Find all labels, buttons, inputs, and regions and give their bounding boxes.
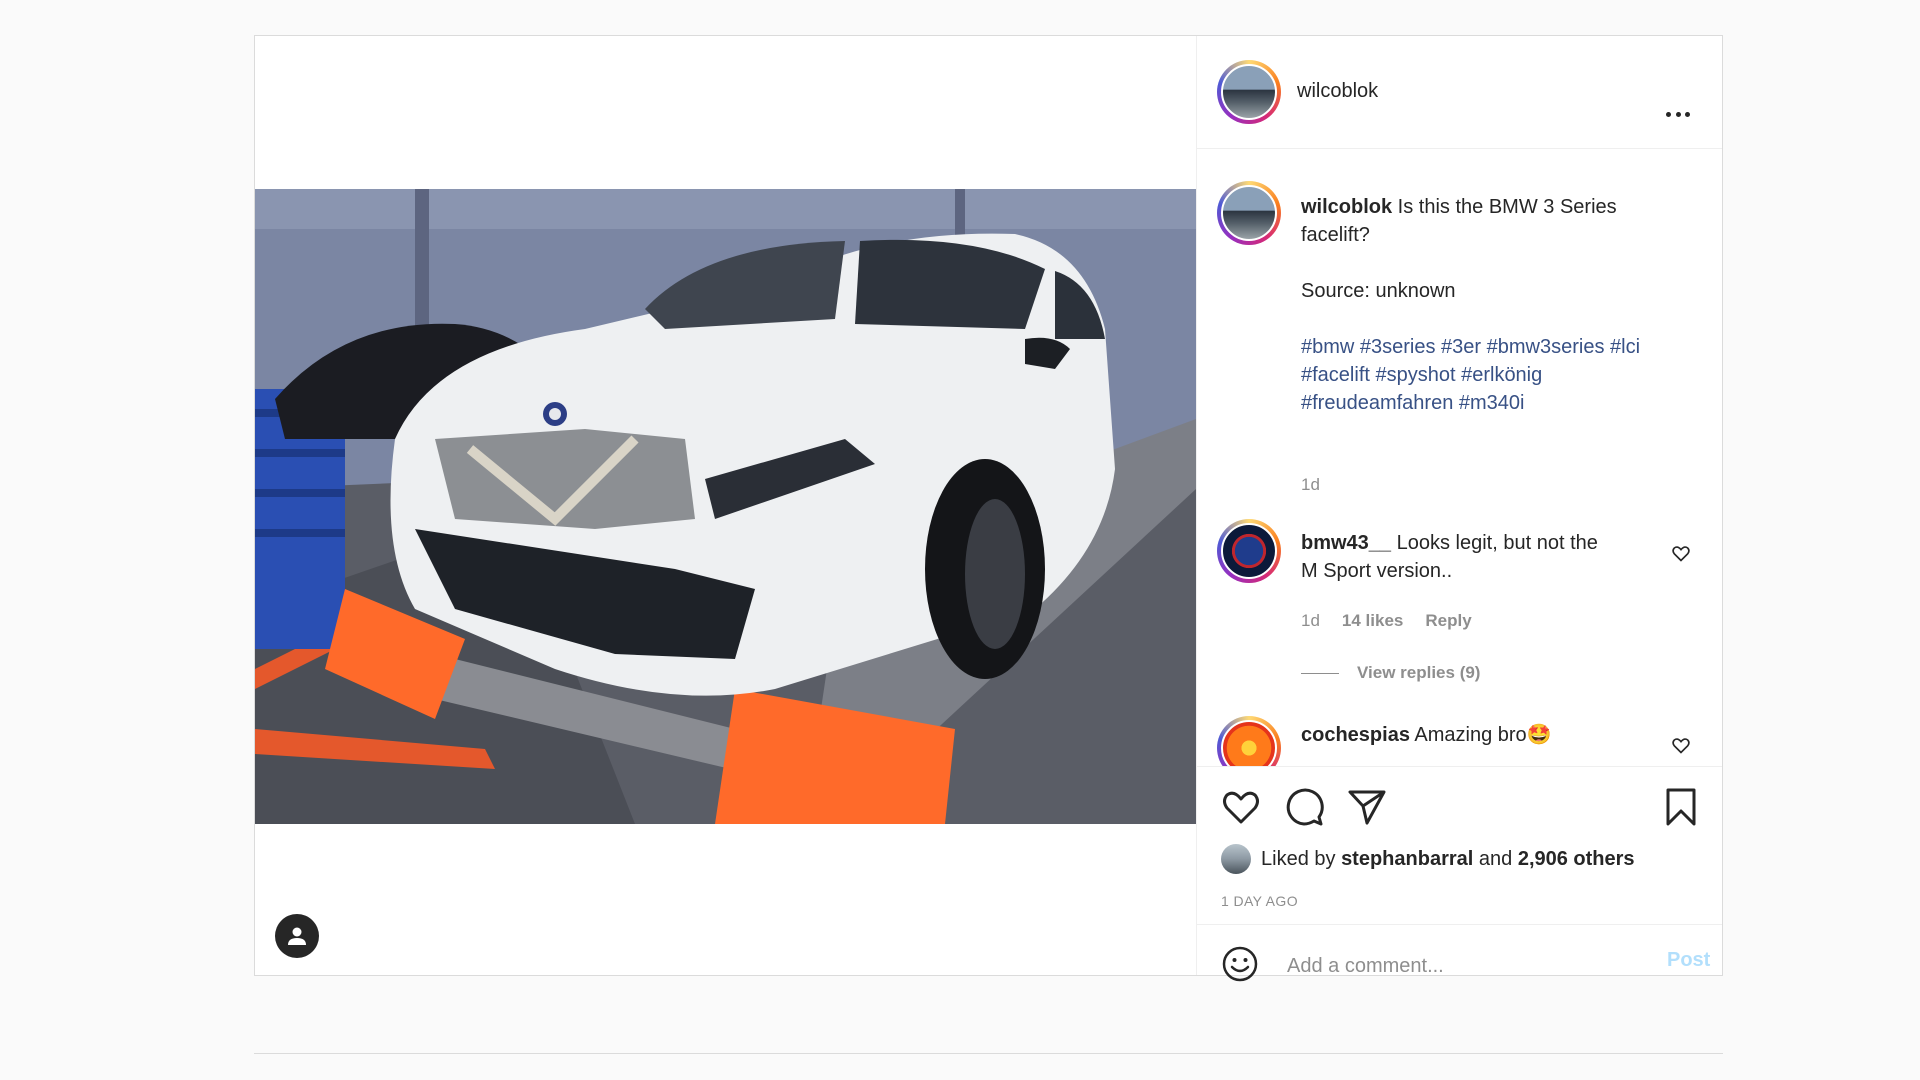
comment-meta: 1d 14 likes Reply [1301, 611, 1472, 631]
hashtags-line3[interactable]: #freudeamfahren #m340i [1301, 392, 1524, 414]
comment-likes[interactable]: 14 likes [1342, 611, 1403, 631]
hashtags-line1[interactable]: #bmw #3series #3er #bmw3series #lci [1301, 336, 1640, 358]
comment-line1: Looks legit, but not the [1391, 532, 1598, 554]
car-photo-illustration [255, 189, 1196, 824]
caption-source: Source: unknown [1301, 280, 1456, 302]
replies-divider [1301, 673, 1339, 674]
comment-text: cochespias Amazing bro🤩 [1301, 721, 1681, 749]
like-comment-heart-icon[interactable] [1671, 543, 1691, 563]
author-username[interactable]: wilcoblok [1297, 80, 1378, 103]
like-heart-icon[interactable] [1221, 787, 1261, 827]
liked-by-others[interactable]: 2,906 others [1518, 848, 1635, 870]
hashtags-line2[interactable]: #facelift #spyshot #erlkönig [1301, 364, 1542, 386]
liked-by-user[interactable]: stephanbarral [1341, 848, 1473, 870]
comment-bubble-icon[interactable] [1284, 787, 1324, 827]
media-panel [255, 36, 1196, 975]
liker-avatar[interactable] [1221, 844, 1251, 874]
comment-time[interactable]: 1d [1301, 611, 1320, 631]
post-comment-button[interactable]: Post [1667, 949, 1710, 972]
post-photo[interactable] [255, 189, 1196, 824]
comment-text: bmw43__ Looks legit, but not the M Sport… [1301, 529, 1681, 585]
liked-by-joiner: and [1478, 847, 1513, 870]
caption-line2: facelift? [1301, 224, 1370, 246]
comment-line1: Amazing bro🤩 [1409, 724, 1552, 746]
likes-summary: Liked by stephanbarral and 2,906 others [1221, 844, 1635, 874]
post-timestamp[interactable]: 1 DAY AGO [1221, 893, 1298, 909]
post-sidebar: wilcoblok wilcoblok Is this the BMW 3 Se… [1196, 36, 1722, 983]
actions-bar: Liked by stephanbarral and 2,906 others … [1197, 766, 1722, 926]
caption-author[interactable]: wilcoblok [1301, 196, 1392, 218]
comment-author[interactable]: bmw43__ [1301, 532, 1391, 554]
instagram-post: wilcoblok wilcoblok Is this the BMW 3 Se… [254, 35, 1723, 983]
page-divider [254, 1053, 1723, 1054]
share-paper-plane-icon[interactable] [1347, 787, 1387, 827]
comment-reply-button[interactable]: Reply [1425, 611, 1471, 631]
caption-time[interactable]: 1d [1301, 475, 1320, 495]
caption-text: wilcoblok Is this the BMW 3 Series facel… [1301, 193, 1681, 417]
comment-avatar-cochespias[interactable] [1217, 716, 1281, 766]
post-header: wilcoblok [1197, 36, 1722, 149]
liked-by-prefix: Liked by [1261, 847, 1336, 870]
emoji-smiley-icon[interactable] [1221, 945, 1259, 983]
author-avatar[interactable] [1217, 60, 1281, 124]
comments-list: wilcoblok Is this the BMW 3 Series facel… [1197, 149, 1722, 766]
comment-avatar-bmw43[interactable] [1217, 519, 1281, 583]
caption-meta: 1d [1301, 475, 1320, 495]
caption-line1: Is this the BMW 3 Series [1392, 196, 1617, 218]
save-bookmark-icon[interactable] [1661, 787, 1701, 827]
caption-avatar[interactable] [1217, 181, 1281, 245]
more-options-icon[interactable] [1666, 112, 1690, 118]
comment-input[interactable] [1285, 949, 1629, 983]
add-comment-bar: Post [1197, 924, 1722, 983]
view-replies-button[interactable]: View replies (9) [1357, 663, 1480, 683]
avatar-image [1221, 64, 1277, 120]
comment-author[interactable]: cochespias [1301, 724, 1410, 746]
comment-line2: M Sport version.. [1301, 560, 1453, 582]
like-comment-heart-icon[interactable] [1671, 735, 1691, 755]
tagged-user-icon[interactable] [275, 914, 319, 958]
